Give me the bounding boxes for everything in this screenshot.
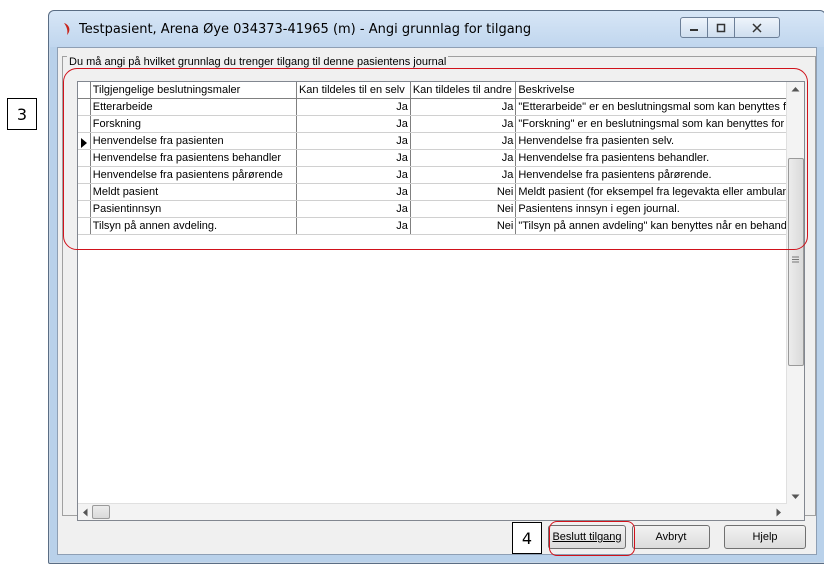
callout-4: 4 (512, 522, 542, 554)
maximize-button[interactable] (707, 17, 735, 38)
close-icon (752, 22, 762, 33)
title-bar[interactable]: Testpasient, Arena Øye 034373-41965 (m) … (49, 11, 824, 47)
scroll-down-icon[interactable] (791, 494, 800, 500)
horizontal-scrollbar[interactable] (78, 503, 787, 520)
help-label: Hjelp (752, 531, 778, 543)
scroll-right-icon[interactable] (776, 508, 782, 517)
button-highlight-outline (549, 521, 635, 556)
cancel-button[interactable]: Avbryt (632, 525, 710, 549)
callout-3: 3 (7, 98, 37, 130)
window-title: Testpasient, Arena Øye 034373-41965 (m) … (79, 22, 532, 37)
grid-highlight-outline (63, 68, 808, 250)
minimize-button[interactable] (680, 17, 708, 38)
app-icon (64, 23, 70, 35)
minimize-icon (690, 28, 698, 31)
cancel-label: Avbryt (655, 531, 687, 543)
scroll-left-icon[interactable] (82, 508, 88, 517)
maximize-icon (716, 23, 726, 32)
horizontal-scroll-thumb[interactable] (92, 505, 110, 519)
close-button[interactable] (734, 17, 780, 38)
group-label: Du må angi på hvilket grunnlag du trenge… (67, 56, 449, 68)
grip-icon (792, 256, 799, 263)
help-button[interactable]: Hjelp (724, 525, 806, 549)
